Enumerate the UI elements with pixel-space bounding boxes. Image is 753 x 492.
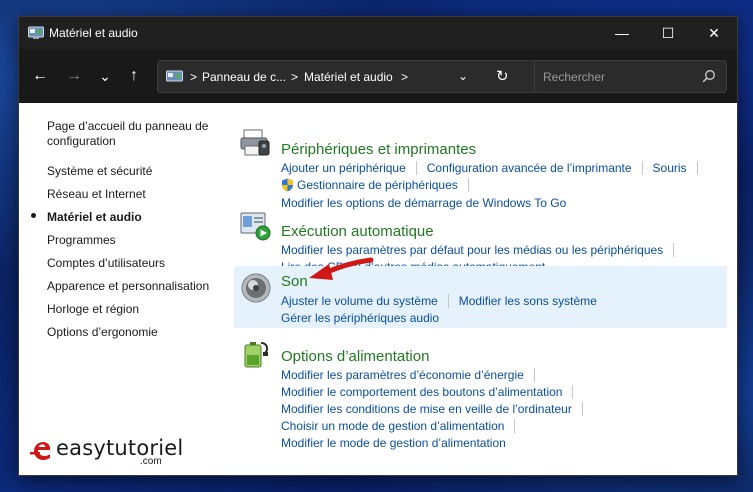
link-separator	[447, 294, 449, 308]
category-power-options: Options d’alimentation Modifier les para…	[234, 333, 727, 451]
easytutoriel-logo-icon	[30, 442, 51, 460]
title-bar[interactable]: Matériel et audio — ☐ ✕	[19, 17, 737, 49]
manage-audio-devices-link[interactable]: Gérer les périphériques audio	[281, 311, 439, 325]
link-separator	[673, 243, 675, 257]
close-button[interactable]: ✕	[691, 17, 737, 49]
control-panel-icon	[28, 26, 44, 39]
forward-button[interactable]: →	[63, 65, 85, 87]
link-row: Ajuster le volume du système Modifier le…	[281, 294, 597, 308]
maximize-button[interactable]: ☐	[645, 17, 691, 49]
watermark-suffix: .com	[140, 456, 162, 467]
breadcrumb-separator: >	[190, 70, 198, 84]
change-default-settings-link[interactable]: Modifier les paramètres par défaut pour …	[281, 243, 663, 257]
breadcrumb-separator[interactable]: >	[401, 70, 408, 84]
power-battery-icon	[244, 342, 269, 368]
refresh-icon[interactable]: ↻	[496, 67, 509, 85]
sidebar-item-ease-of-access[interactable]: Options d’ergonomie	[47, 325, 158, 340]
link-separator	[514, 419, 516, 433]
address-bar[interactable]: > Panneau de c... > Matériel et audio > …	[157, 60, 537, 93]
link-row: Modifier les paramètres par défaut pour …	[281, 243, 684, 257]
speaker-icon	[241, 273, 271, 303]
chevron-down-icon: ⌄	[99, 67, 111, 84]
window-title: Matériel et audio	[49, 26, 138, 40]
recent-locations-button[interactable]: ⌄	[94, 65, 116, 87]
annotation-arrow-icon	[309, 257, 374, 280]
search-icon[interactable]	[702, 69, 716, 83]
chevron-down-icon[interactable]: ⌄	[458, 69, 468, 83]
link-separator	[581, 402, 583, 416]
edit-power-plan-link[interactable]: Modifier le mode de gestion d’alimentati…	[281, 436, 506, 450]
category-devices-printers: Périphériques et imprimantes Ajouter un …	[234, 123, 727, 210]
watermark-brand: easytutoriel	[56, 436, 184, 460]
add-device-link[interactable]: Ajouter un périphérique	[281, 161, 406, 175]
back-button[interactable]: ←	[29, 65, 51, 87]
link-row: Choisir un mode de gestion d’alimentatio…	[281, 419, 525, 433]
link-separator	[415, 161, 417, 175]
autoplay-icon	[240, 212, 271, 241]
sidebar: Page d’accueil du panneau de configurati…	[19, 103, 219, 475]
adjust-volume-link[interactable]: Ajuster le volume du système	[281, 294, 438, 308]
breadcrumb-separator[interactable]: >	[291, 70, 298, 84]
sidebar-item-hardware-sound[interactable]: Matériel et audio	[47, 210, 142, 225]
link-row: Gestionnaire de périphériques	[281, 178, 479, 192]
up-button[interactable]: ↑	[123, 65, 145, 87]
breadcrumb-control-panel[interactable]: Panneau de c...	[202, 70, 286, 84]
device-manager-link[interactable]: Gestionnaire de périphériques	[297, 178, 458, 192]
link-separator	[696, 161, 698, 175]
minimize-button[interactable]: —	[599, 17, 645, 49]
search-input[interactable]	[543, 68, 693, 86]
forward-arrow-icon: →	[66, 67, 82, 84]
change-system-sounds-link[interactable]: Modifier les sons système	[459, 294, 597, 308]
link-separator	[641, 161, 643, 175]
control-panel-window: Matériel et audio — ☐ ✕ ← → ⌄ ↑ > Pannea…	[18, 16, 738, 476]
sidebar-item-system-security[interactable]: Système et sécurité	[47, 164, 152, 179]
sidebar-item-home[interactable]: Page d’accueil du panneau de configurati…	[47, 119, 217, 149]
sidebar-item-network[interactable]: Réseau et Internet	[47, 187, 146, 202]
link-row: Modifier les paramètres d’économie d’éne…	[281, 368, 545, 382]
search-box[interactable]	[534, 60, 727, 93]
category-title[interactable]: Son	[281, 273, 308, 290]
current-item-bullet	[31, 213, 36, 218]
sidebar-item-appearance[interactable]: Apparence et personnalisation	[47, 279, 209, 294]
sidebar-item-programs[interactable]: Programmes	[47, 233, 116, 248]
uac-shield-icon	[282, 178, 293, 192]
category-autoplay: Exécution automatique Modifier les param…	[234, 206, 727, 274]
main-content: Périphériques et imprimantes Ajouter un …	[219, 103, 737, 475]
link-row: Modifier les conditions de mise en veill…	[281, 402, 593, 416]
printer-icon	[240, 129, 270, 156]
mouse-link[interactable]: Souris	[653, 161, 687, 175]
category-title[interactable]: Exécution automatique	[281, 223, 434, 240]
sleep-conditions-link[interactable]: Modifier les conditions de mise en veill…	[281, 402, 572, 416]
maximize-icon: ☐	[661, 24, 675, 41]
minimize-icon: —	[615, 25, 629, 41]
link-separator	[533, 368, 535, 382]
category-title[interactable]: Options d’alimentation	[281, 348, 429, 365]
link-row: Gérer les périphériques audio	[281, 311, 439, 325]
navigation-toolbar: ← → ⌄ ↑ > Panneau de c... > Matériel et …	[19, 49, 737, 103]
link-separator	[572, 385, 574, 399]
category-title[interactable]: Périphériques et imprimantes	[281, 141, 476, 158]
link-row: Modifier le comportement des boutons d’a…	[281, 385, 583, 399]
up-arrow-icon: ↑	[130, 67, 138, 84]
control-panel-icon	[166, 70, 183, 82]
sidebar-item-user-accounts[interactable]: Comptes d’utilisateurs	[47, 256, 165, 271]
power-saving-settings-link[interactable]: Modifier les paramètres d’économie d’éne…	[281, 368, 524, 382]
link-row: Modifier le mode de gestion d’alimentati…	[281, 436, 506, 450]
choose-power-plan-link[interactable]: Choisir un mode de gestion d’alimentatio…	[281, 419, 504, 433]
breadcrumb-hardware-sound[interactable]: Matériel et audio	[304, 70, 393, 84]
easytutoriel-logo: easytutoriel .com	[30, 436, 184, 468]
sidebar-item-clock-region[interactable]: Horloge et région	[47, 302, 139, 317]
close-icon: ✕	[708, 24, 720, 41]
advanced-printer-setup-link[interactable]: Configuration avancée de l’imprimante	[427, 161, 632, 175]
link-separator	[467, 178, 469, 192]
back-arrow-icon: ←	[32, 67, 48, 84]
link-row: Ajouter un périphérique Configuration av…	[281, 161, 708, 175]
power-button-behavior-link[interactable]: Modifier le comportement des boutons d’a…	[281, 385, 562, 399]
